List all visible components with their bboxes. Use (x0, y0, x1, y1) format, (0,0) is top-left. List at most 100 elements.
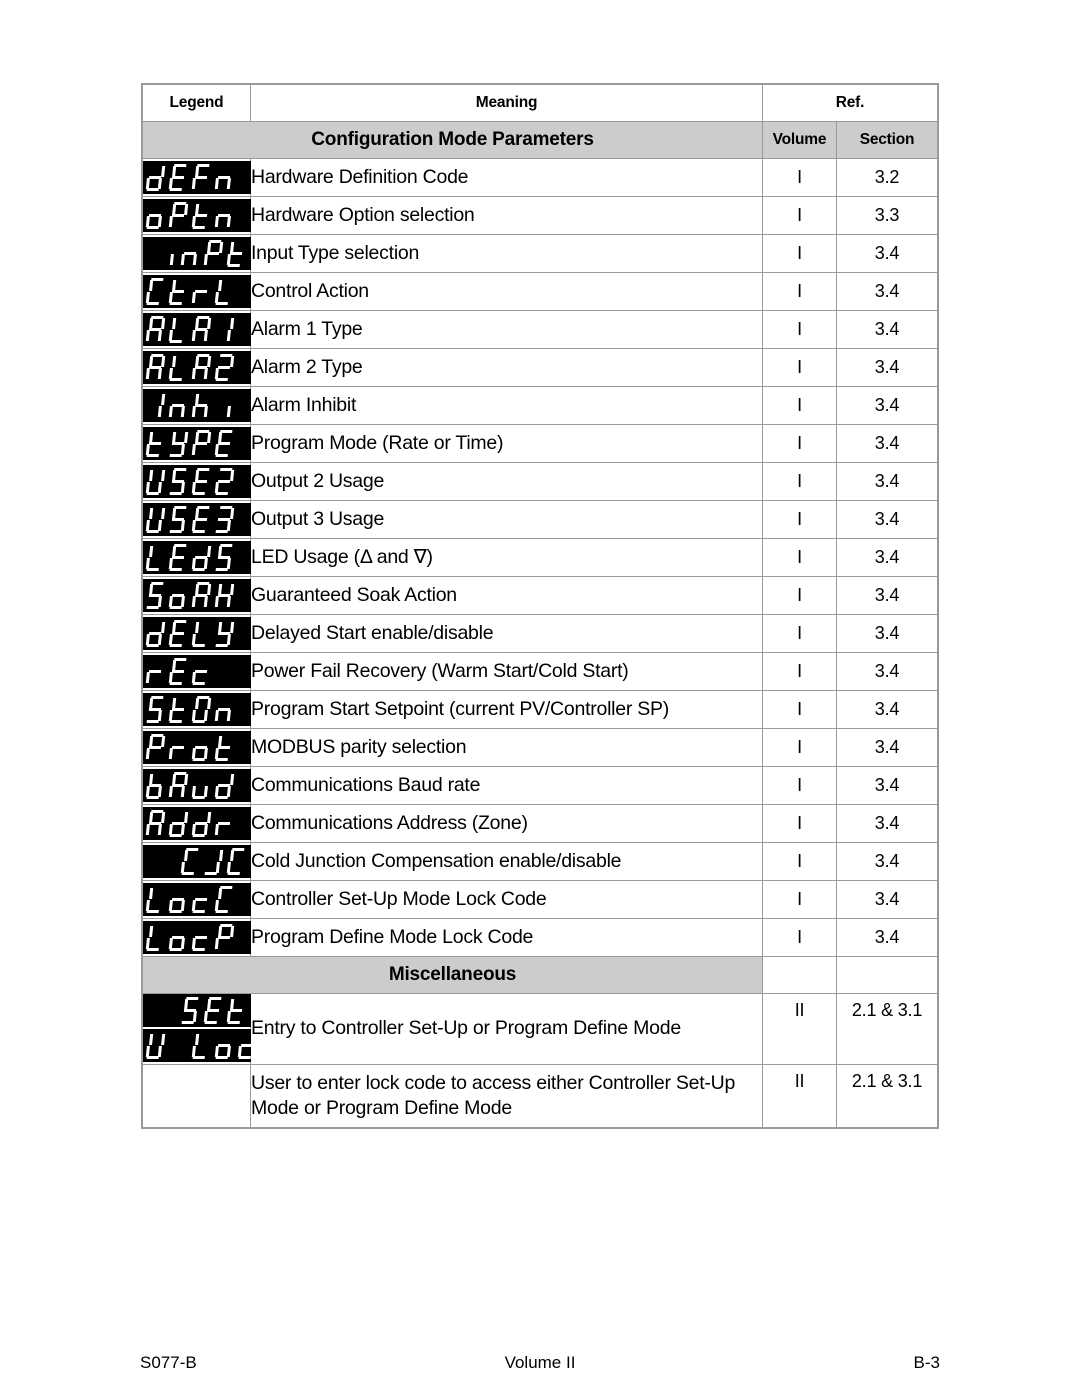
seven-segment-character (168, 582, 192, 609)
seven-segment-character (145, 202, 169, 229)
section-cell: 3.4 (835, 766, 939, 805)
volume-cell: I (762, 804, 837, 843)
seven-segment-character (145, 354, 169, 381)
meaning-cell: Output 3 Usage (250, 500, 763, 539)
legend-cell (142, 386, 251, 425)
volume-cell: I (762, 500, 837, 539)
seven-segment-character (191, 924, 215, 951)
table-row: Hardware Option selection I 3.3 (142, 196, 939, 235)
configuration-rows-body: Hardware Definition Code I 3.2 Hardware Opt… (142, 158, 939, 957)
section-cell: 3.4 (835, 424, 939, 463)
seven-segment-character (203, 997, 227, 1024)
section-cell: 3.4 (835, 310, 939, 349)
section-cell: 3.4 (835, 690, 939, 729)
seven-segment-display (143, 845, 251, 878)
seven-segment-character (191, 430, 215, 457)
group-title-miscellaneous: Miscellaneous (142, 956, 763, 994)
seven-segment-character (214, 772, 238, 799)
table-header-row: Legend Meaning Ref. (142, 84, 939, 122)
seven-segment-display (143, 275, 251, 308)
seven-segment-character (191, 734, 215, 761)
seven-segment-display (143, 1029, 254, 1062)
meaning-cell: Program Mode (Rate or Time) (250, 424, 763, 463)
table-row: User to enter lock code to access either… (142, 1064, 939, 1128)
seven-segment-character (191, 582, 215, 609)
seven-segment-character (168, 734, 192, 761)
seven-segment-character (180, 240, 204, 267)
seven-segment-character (168, 696, 192, 723)
section-cell: 3.4 (835, 652, 939, 691)
seven-segment-character (191, 164, 215, 191)
legend-cell (142, 576, 251, 615)
seven-segment-character (214, 316, 238, 343)
volume-cell: I (762, 690, 837, 729)
section-cell: 3.4 (835, 462, 939, 501)
seven-segment-character (214, 164, 238, 191)
seven-segment-character (145, 1032, 169, 1059)
table-row: Guaranteed Soak Action I 3.4 (142, 576, 939, 615)
volume-cell: II (762, 993, 837, 1065)
seven-segment-character (214, 202, 238, 229)
volume-cell: I (762, 880, 837, 919)
legend-cell (142, 424, 251, 463)
legend-cell (142, 348, 251, 387)
seven-segment-character (191, 316, 215, 343)
seven-segment-character (180, 848, 204, 875)
seven-segment-display (143, 313, 251, 346)
seven-segment-display (143, 921, 251, 954)
column-header-volume: Volume (762, 121, 837, 159)
seven-segment-character (214, 620, 238, 647)
seven-segment-display (143, 199, 251, 232)
seven-segment-character (145, 582, 169, 609)
seven-segment-character (191, 658, 215, 685)
seven-segment-display (143, 351, 251, 384)
seven-segment-character (214, 354, 238, 381)
seven-segment-character (214, 886, 238, 913)
seven-segment-character (145, 696, 169, 723)
seven-segment-character (191, 772, 215, 799)
seven-segment-character (168, 316, 192, 343)
meaning-cell: Hardware Definition Code (250, 158, 763, 197)
seven-segment-character (168, 810, 192, 837)
legend-cell (142, 234, 251, 273)
volume-cell: I (762, 538, 837, 577)
meaning-cell: MODBUS parity selection (250, 728, 763, 767)
footer-page-number: B-3 (913, 1353, 940, 1372)
section-cell: 3.4 (835, 804, 939, 843)
meaning-cell: Hardware Option selection (250, 196, 763, 235)
seven-segment-character (145, 164, 169, 191)
meaning-cell: Input Type selection (250, 234, 763, 273)
seven-segment-character (168, 392, 192, 419)
legend-cell (142, 918, 251, 957)
table-row: Communications Address (Zone) I 3.4 (142, 804, 939, 843)
meaning-cell: Power Fail Recovery (Warm Start/Cold Sta… (250, 652, 763, 691)
seven-segment-display (143, 389, 251, 422)
meaning-cell: Cold Junction Compensation enable/disabl… (250, 842, 763, 881)
volume-cell: I (762, 728, 837, 767)
miscellaneous-body: Miscellaneous Entry to Controller Set-Up … (142, 956, 939, 1128)
section-cell: 3.4 (835, 576, 939, 615)
seven-segment-character (168, 886, 192, 913)
legend-cell (142, 690, 251, 729)
table-row: LED Usage (Δ and ∇) I 3.4 (142, 538, 939, 577)
legend-cell (142, 993, 254, 1065)
seven-segment-character (168, 658, 192, 685)
legend-cell (142, 652, 251, 691)
section-cell: 3.4 (835, 614, 939, 653)
seven-segment-character (226, 240, 250, 267)
seven-segment-character (145, 316, 169, 343)
volume-cell: I (762, 424, 837, 463)
table-row: MODBUS parity selection I 3.4 (142, 728, 939, 767)
seven-segment-character (168, 202, 192, 229)
seven-segment-character (145, 392, 169, 419)
table-row: Program Define Mode Lock Code I 3.4 (142, 918, 939, 957)
seven-segment-display (143, 617, 251, 650)
seven-segment-character (145, 278, 169, 305)
table-row: Output 3 Usage I 3.4 (142, 500, 939, 539)
seven-segment-character (191, 468, 215, 495)
volume-cell: I (762, 614, 837, 653)
seven-segment-character (168, 1032, 192, 1059)
volume-cell: II (762, 1064, 837, 1128)
seven-segment-character (168, 620, 192, 647)
table-row: Power Fail Recovery (Warm Start/Cold Sta… (142, 652, 939, 691)
